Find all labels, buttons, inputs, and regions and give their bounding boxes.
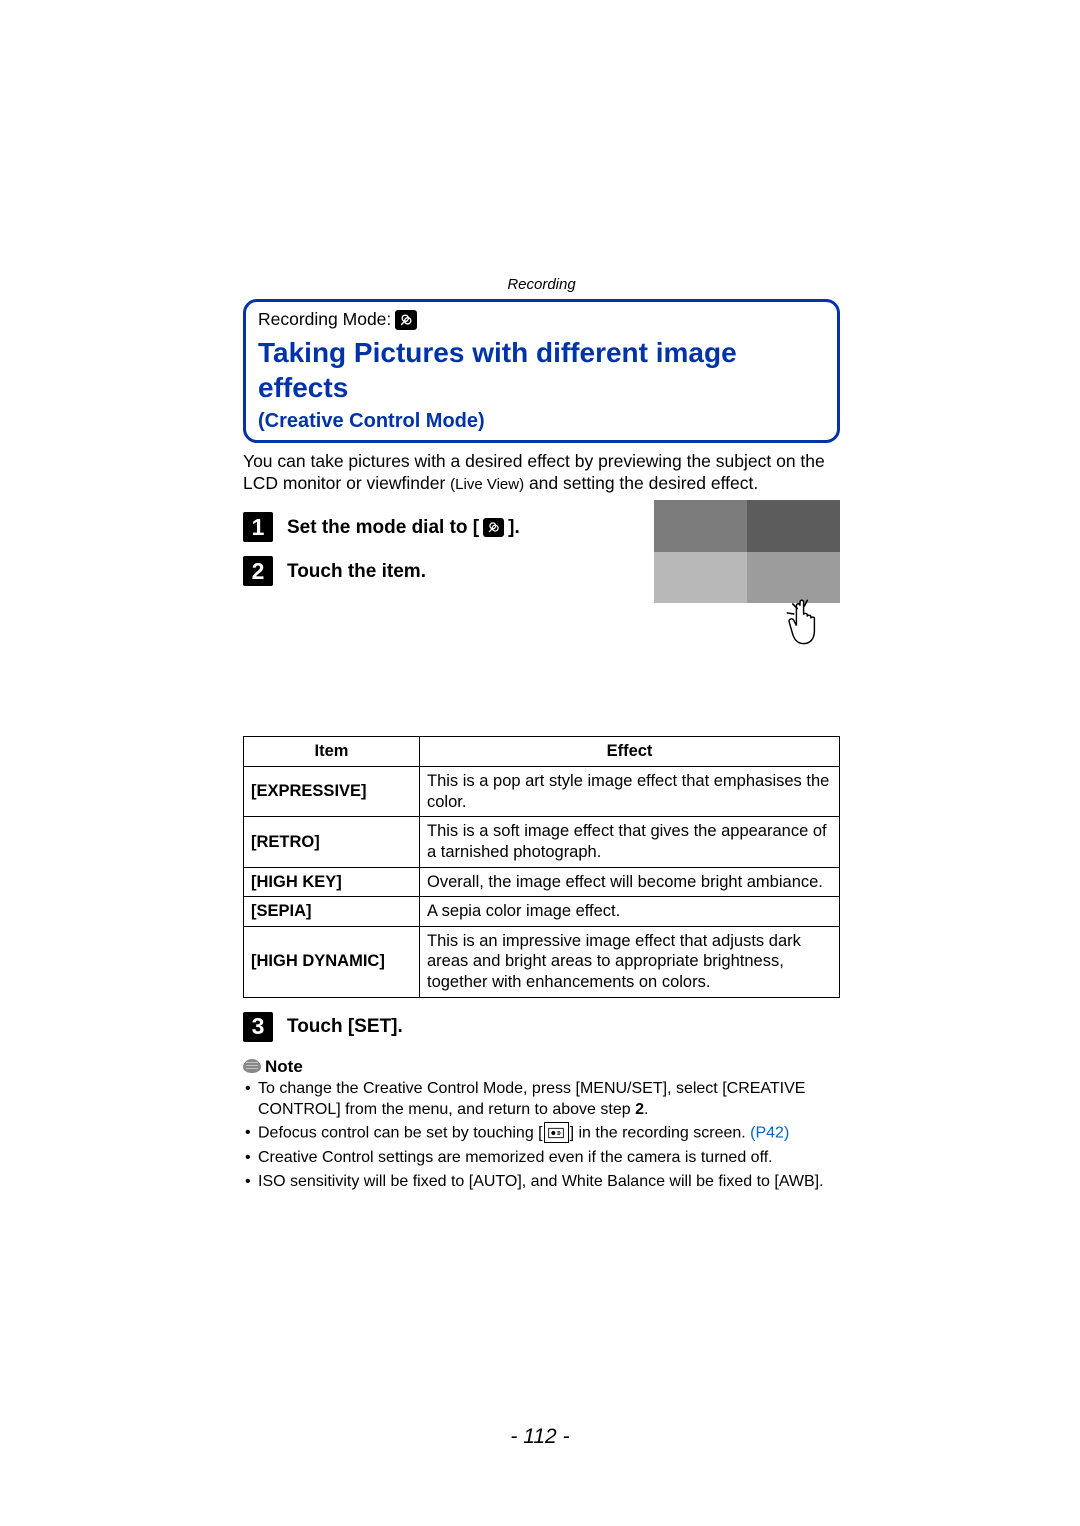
intro-after: and setting the desired effect.	[524, 473, 758, 493]
creative-control-icon	[483, 518, 504, 537]
table-row: [HIGH DYNAMIC] This is an impressive ima…	[244, 926, 840, 997]
item-cell: [HIGH KEY]	[244, 867, 420, 897]
title-box: Recording Mode: Taking Pictures with dif…	[243, 299, 840, 443]
effects-table: Item Effect [EXPRESSIVE] This is a pop a…	[243, 736, 840, 997]
item-cell: [EXPRESSIVE]	[244, 767, 420, 817]
step-text-before: Set the mode dial to [	[287, 516, 479, 540]
effect-cell: Overall, the image effect will become br…	[420, 867, 840, 897]
grid-quadrant	[747, 500, 840, 552]
note-text: .	[644, 1101, 648, 1118]
grid-quadrant	[654, 500, 747, 552]
section-header: Recording	[243, 276, 840, 295]
note-item: To change the Creative Control Mode, pre…	[258, 1079, 840, 1121]
step-text: Touch the item.	[287, 560, 426, 584]
step-number-badge: 2	[243, 556, 273, 586]
recording-mode-line: Recording Mode:	[258, 309, 825, 331]
recording-mode-label: Recording Mode:	[258, 309, 391, 331]
step-text: Touch [SET].	[287, 1015, 403, 1039]
intro-text: You can take pictures with a desired eff…	[243, 451, 840, 495]
manual-page: Recording Recording Mode: Taking Picture…	[0, 0, 1080, 1526]
item-cell: [RETRO]	[244, 817, 420, 867]
effect-cell: This is a pop art style image effect tha…	[420, 767, 840, 817]
col-header-effect: Effect	[420, 737, 840, 767]
note-text: Defocus control can be set by touching [	[258, 1125, 543, 1142]
step-number-badge: 3	[243, 1012, 273, 1042]
grid-quadrant	[654, 552, 747, 604]
effect-cell: This is an impressive image effect that …	[420, 926, 840, 997]
note-icon	[243, 1059, 261, 1073]
effect-cell: A sepia color image effect.	[420, 897, 840, 927]
defocus-control-icon	[544, 1122, 569, 1143]
page-title: Taking Pictures with different image eff…	[258, 335, 825, 405]
steps-area: 1 Set the mode dial to [ ]. 2 Touch the …	[243, 512, 840, 1192]
step-text-after: ].	[508, 516, 520, 540]
table-row: [RETRO] This is a soft image effect that…	[244, 817, 840, 867]
note-step-ref: 2	[635, 1101, 644, 1118]
note-label: Note	[265, 1056, 303, 1077]
table-row: [SEPIA] A sepia color image effect.	[244, 897, 840, 927]
item-cell: [SEPIA]	[244, 897, 420, 927]
note-text: To change the Creative Control Mode, pre…	[258, 1080, 805, 1118]
effect-cell: This is a soft image effect that gives t…	[420, 817, 840, 867]
item-cell: [HIGH DYNAMIC]	[244, 926, 420, 997]
note-text: ] in the recording screen.	[570, 1125, 751, 1142]
note-item: ISO sensitivity will be fixed to [AUTO],…	[258, 1172, 840, 1193]
page-subtitle: (Creative Control Mode)	[258, 409, 825, 434]
page-number: - 112 -	[0, 1424, 1080, 1450]
note-header: Note	[243, 1056, 840, 1077]
step-3: 3 Touch [SET].	[243, 1012, 840, 1042]
touch-grid	[654, 500, 840, 603]
note-item: Defocus control can be set by touching […	[258, 1123, 840, 1145]
table-row: [HIGH KEY] Overall, the image effect wil…	[244, 867, 840, 897]
live-view-text: (Live View)	[450, 476, 524, 493]
page-link[interactable]: (P42)	[750, 1125, 789, 1142]
creative-control-icon	[395, 310, 417, 330]
note-item: Creative Control settings are memorized …	[258, 1148, 840, 1169]
step-text: Set the mode dial to [ ].	[287, 516, 520, 540]
step-number-badge: 1	[243, 512, 273, 542]
table-row: [EXPRESSIVE] This is a pop art style ima…	[244, 767, 840, 817]
col-header-item: Item	[244, 737, 420, 767]
touch-illustration	[654, 500, 840, 645]
touch-hand-icon	[782, 595, 836, 649]
notes-list: To change the Creative Control Mode, pre…	[243, 1079, 840, 1193]
